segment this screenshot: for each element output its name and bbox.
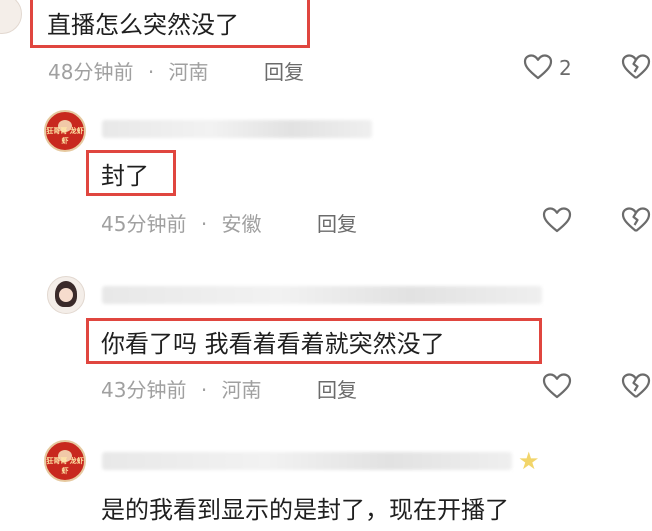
avatar-partial[interactable] (0, 0, 22, 34)
reply-button[interactable]: 回复 (317, 208, 357, 237)
comment-meta: 43分钟前 · 河南 (101, 374, 262, 403)
comment-text-highlight: 你看了吗 我看着看着就突然没了 (86, 318, 542, 364)
reply-button[interactable]: 回复 (264, 56, 304, 85)
comment-text-highlight: 直播怎么突然没了 (30, 0, 310, 48)
meta-separator: · (200, 378, 208, 402)
reply-button[interactable]: 回复 (317, 374, 357, 403)
comment-time: 45分钟前 (101, 212, 187, 236)
avatar-text: 狂哥哥 龙虾虾 (46, 127, 84, 145)
comment-time: 48分钟前 (48, 60, 134, 84)
username-blurred[interactable] (102, 452, 512, 470)
comment-location: 安徽 (221, 212, 262, 236)
username-blurred[interactable] (102, 120, 372, 138)
heart-outline-icon[interactable] (542, 206, 572, 234)
broken-heart-icon[interactable] (621, 53, 651, 81)
heart-outline-icon[interactable] (542, 372, 572, 400)
comment-meta: 45分钟前 · 安徽 (101, 208, 262, 237)
comment-text: 是的我看到显示的是封了，现在开播了 (101, 496, 509, 524)
avatar-text: 狂哥哥 龙虾虾 (46, 457, 84, 475)
username-blurred[interactable] (102, 286, 542, 304)
meta-separator: · (200, 212, 208, 236)
avatar[interactable]: 狂哥哥 龙虾虾 (44, 440, 86, 482)
avatar-face (59, 288, 73, 302)
comment-meta: 48分钟前 · 河南 (48, 56, 209, 85)
heart-outline-icon[interactable] (523, 53, 553, 81)
avatar[interactable]: 狂哥哥 龙虾虾 (44, 110, 86, 152)
like-count: 2 (559, 56, 572, 80)
broken-heart-icon[interactable] (621, 206, 651, 234)
broken-heart-icon[interactable] (621, 372, 651, 400)
avatar[interactable] (47, 276, 85, 314)
comment-time: 43分钟前 (101, 378, 187, 402)
meta-separator: · (147, 60, 155, 84)
star-icon: ★ (518, 447, 540, 475)
comment-text-highlight: 封了 (86, 150, 176, 196)
comment-location: 河南 (221, 378, 262, 402)
comment-location: 河南 (168, 60, 209, 84)
